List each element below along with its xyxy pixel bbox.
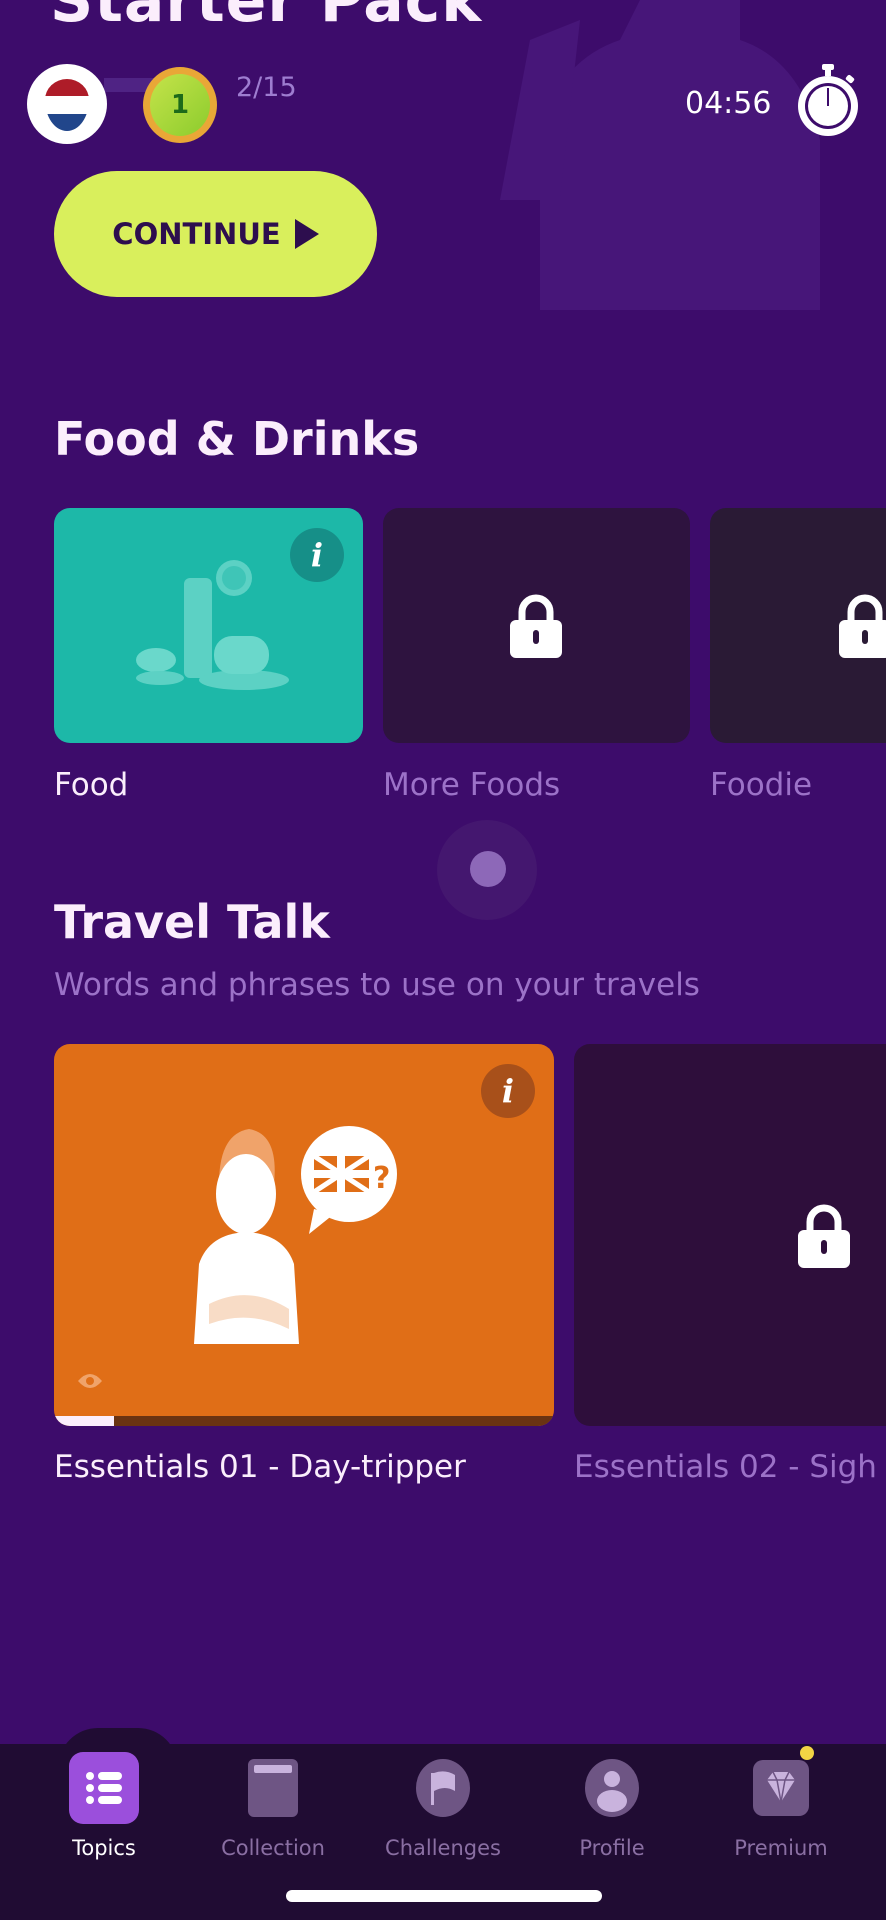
nav-label-challenges: Challenges <box>385 1836 501 1860</box>
nav-label-profile: Profile <box>579 1836 645 1860</box>
section-title-food-drinks: Food & Drinks <box>54 412 420 466</box>
nav-tab-premium[interactable]: Premium <box>711 1746 851 1862</box>
level-badge-number: 1 <box>150 74 210 136</box>
card-label-food: Food <box>54 767 129 803</box>
language-flag-button[interactable] <box>27 64 107 144</box>
traveler-illustration: ? <box>194 1126 397 1344</box>
card-label-essentials-02: Essentials 02 - Sigh <box>574 1449 877 1485</box>
card-label-essentials-01: Essentials 01 - Day-tripper <box>54 1449 466 1485</box>
card-label-more-foods: More Foods <box>383 767 561 803</box>
topic-card-essentials-02[interactable] <box>574 1044 886 1426</box>
nav-tab-challenges[interactable]: Challenges <box>373 1752 513 1862</box>
continue-button[interactable]: CONTINUE <box>54 171 377 297</box>
continue-label: CONTINUE <box>112 217 281 251</box>
diamond-icon <box>746 1746 816 1824</box>
svg-text:?: ? <box>373 1161 390 1196</box>
play-arrow-icon <box>294 219 319 249</box>
lock-icon <box>839 594 886 658</box>
topic-card-food[interactable]: i <box>54 508 363 743</box>
background-figure-illustration <box>500 0 820 310</box>
topic-card-more-foods[interactable] <box>383 508 690 743</box>
nav-label-premium: Premium <box>734 1836 828 1860</box>
list-icon <box>69 1752 139 1824</box>
netherlands-flag-icon <box>45 79 89 131</box>
lock-icon <box>798 1204 850 1268</box>
food-illustration <box>136 560 289 690</box>
info-icon[interactable]: i <box>481 1064 535 1118</box>
nav-label-collection: Collection <box>221 1836 325 1860</box>
lesson-progress-fill <box>54 1416 114 1426</box>
nav-tab-topics[interactable]: Topics <box>34 1752 174 1862</box>
section-subtitle-travel-talk: Words and phrases to use on your travels <box>54 967 700 1003</box>
info-icon[interactable]: i <box>290 528 344 582</box>
book-icon <box>238 1752 308 1824</box>
lock-icon <box>510 594 562 658</box>
lesson-progress-track <box>54 1416 554 1426</box>
timer-readout: 04:56 <box>685 86 772 121</box>
nav-tab-profile[interactable]: Profile <box>542 1752 682 1862</box>
topic-card-essentials-01[interactable]: ? i <box>54 1044 554 1426</box>
flag-icon <box>408 1752 478 1824</box>
topic-card-foodie[interactable] <box>710 508 886 743</box>
nav-tab-collection[interactable]: Collection <box>203 1752 343 1862</box>
person-icon <box>577 1752 647 1824</box>
section-title-travel-talk: Travel Talk <box>54 895 330 949</box>
eye-icon <box>78 1374 102 1388</box>
pack-title: Starter Pack <box>50 0 483 36</box>
scroll-indicator-dot[interactable] <box>470 851 506 887</box>
home-indicator[interactable] <box>286 1890 602 1902</box>
progress-count: 2/15 <box>236 72 297 103</box>
notification-badge-dot <box>800 1746 814 1760</box>
card-label-foodie: Foodie <box>710 767 813 803</box>
nav-label-topics: Topics <box>72 1836 136 1860</box>
level-badge[interactable]: 1 <box>143 67 217 143</box>
stopwatch-icon[interactable] <box>796 62 860 140</box>
